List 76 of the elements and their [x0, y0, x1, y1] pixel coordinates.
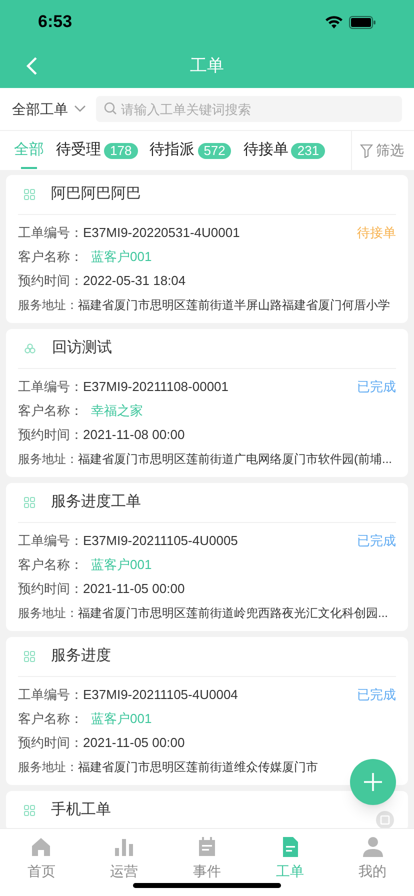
status-label: 已完成: [357, 686, 396, 704]
field-value: 福建省厦门市思明区莲前街道维众传媒厦门市: [78, 759, 318, 776]
count-badge: 178: [104, 142, 138, 158]
field-value: 2021-11-08 00:00: [83, 426, 185, 444]
field-label: 工单编号：: [18, 378, 83, 396]
grid-icon: [24, 497, 35, 508]
flower-icon: [24, 342, 36, 354]
search-field[interactable]: 请输入工单关键词搜索: [96, 96, 402, 122]
order-title: 服务进度: [51, 646, 111, 666]
field-label: 服务地址：: [18, 451, 78, 468]
field-value: 2022-05-31 18:04: [83, 272, 186, 290]
field-label: 预约时间：: [18, 580, 83, 598]
field-label: 客户名称：: [18, 556, 83, 574]
field-label: 预约时间：: [18, 272, 83, 290]
field-label: 工单编号：: [18, 224, 83, 242]
status-time: 6:53: [38, 11, 72, 34]
plus-icon: [363, 772, 383, 792]
field-value: E37MI9-20220531-4U0001: [83, 224, 240, 242]
grid-icon: [24, 805, 35, 816]
field-label: 服务地址：: [18, 297, 78, 314]
order-card[interactable]: 服务进度工单 工单编号：E37MI9-20211105-4U0005 已完成 客户名称： 蓝客户001 预约时间：2021-11-05 00:00 服务地址：福建省厦门市思明区莲前街道岭兜西路夜光汇文化科创园...: [6, 483, 408, 631]
count-badge: 231: [291, 142, 326, 158]
nav-title: 工单: [190, 55, 224, 78]
field-value: E37MI9-20211108-00001: [83, 378, 229, 396]
tab-bar-item[interactable]: 工单: [248, 835, 332, 882]
tab-bar-item[interactable]: 运营: [82, 835, 166, 882]
filter-tab[interactable]: 待指派 572: [150, 131, 232, 170]
customer-link[interactable]: 蓝客户001: [91, 247, 152, 267]
filter-tab[interactable]: 待接单 231: [243, 131, 326, 170]
field-value: 2021-11-05 00:00: [83, 580, 185, 598]
field-label: 服务地址：: [18, 605, 78, 622]
customer-link[interactable]: 幸福之家: [91, 401, 143, 421]
field-label: 预约时间：: [18, 426, 83, 444]
field-label: 客户名称：: [18, 402, 83, 420]
tab-bar-item[interactable]: 事件: [166, 835, 248, 882]
tab-bar-item[interactable]: 首页: [0, 835, 83, 882]
person-icon: [360, 835, 385, 859]
status-label: 已完成: [357, 532, 396, 550]
wifi-icon: [325, 16, 343, 28]
grid-icon: [24, 189, 35, 200]
back-icon: [26, 56, 38, 76]
order-card[interactable]: 阿巴阿巴阿巴 工单编号：E37MI9-20220531-4U0001 待接单 客户名称： 蓝客户001 预约时间：2022-05-31 18:04 服务地址：福建省厦门市思明区莲前街道半屏山路福建省厦门何厝小学: [6, 175, 408, 323]
order-card[interactable]: 回访测试 工单编号：E37MI9-20211108-00001 已完成 客户名称： 幸福之家 预约时间：2021-11-08 00:00 服务地址：福建省厦门市思明区莲前街道广电网络厦门市软件园(前埔...: [6, 329, 408, 477]
status-label: 待接单: [357, 224, 396, 242]
battery-icon: [349, 16, 376, 28]
filter-button[interactable]: 筛选: [351, 131, 414, 170]
field-value: E37MI9-20211105-4U0004: [83, 686, 238, 704]
grid-icon: [24, 651, 35, 662]
field-label: 服务地址：: [18, 759, 78, 776]
field-value: 2021-11-05 00:00: [83, 734, 185, 752]
field-label: 工单编号：: [18, 686, 83, 704]
order-title: 回访测试: [52, 338, 112, 358]
order-title: 服务进度工单: [51, 492, 141, 512]
field-value: 福建省厦门市思明区莲前街道岭兜西路夜光汇文化科创园...: [78, 605, 388, 622]
search-icon: [104, 102, 117, 115]
order-title: 阿巴阿巴阿巴: [51, 184, 141, 204]
field-label: 客户名称：: [18, 710, 83, 728]
field-value: 福建省厦门市思明区莲前街道广电网络厦门市软件园(前埔...: [78, 451, 392, 468]
chevron-down-icon: [74, 105, 86, 113]
filter-tab[interactable]: 待受理 178: [56, 131, 138, 170]
tab-bar-item[interactable]: 我的: [331, 835, 414, 882]
scope-dropdown[interactable]: 全部工单: [12, 98, 86, 120]
filter-icon: [360, 144, 373, 158]
field-label: 工单编号：: [18, 532, 83, 550]
field-value: 福建省厦门市思明区莲前街道半屏山路福建省厦门何厝小学: [78, 297, 390, 314]
customer-link[interactable]: 蓝客户001: [91, 555, 152, 575]
order-title: 手机工单: [51, 800, 111, 820]
status-label: 已完成: [357, 378, 396, 396]
count-badge: 572: [198, 142, 232, 158]
field-label: 预约时间：: [18, 734, 83, 752]
order-card[interactable]: 手机工单: [6, 791, 408, 828]
filter-tab[interactable]: 全部: [14, 131, 44, 170]
field-value: E37MI9-20211105-4U0005: [83, 532, 238, 550]
order-card[interactable]: 服务进度 工单编号：E37MI9-20211105-4U0004 已完成 客户名称： 蓝客户001 预约时间：2021-11-05 00:00 服务地址：福建省厦门市思明区莲前街道维众传媒厦门市: [6, 637, 408, 785]
field-label: 客户名称：: [18, 248, 83, 266]
customer-link[interactable]: 蓝客户001: [91, 709, 152, 729]
